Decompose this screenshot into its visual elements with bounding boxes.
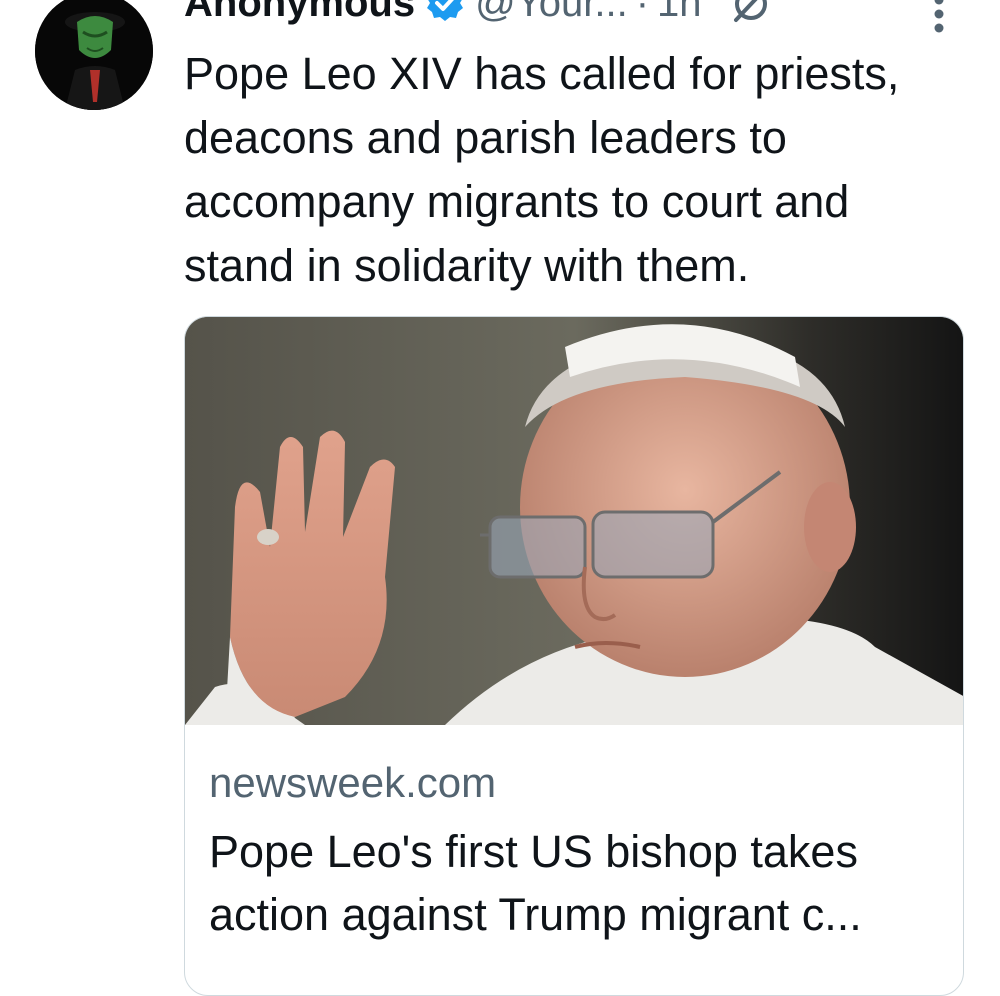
card-title-line: action against Trump migrant c...: [209, 889, 862, 940]
card-title[interactable]: Pope Leo's first US bishop takes action …: [209, 820, 949, 946]
pope-photo: [185, 317, 963, 725]
tweet-text-line: deacons and parish leaders to: [184, 112, 787, 163]
more-options-icon[interactable]: [926, 0, 952, 34]
tweet-text-line: accompany migrants to court and: [184, 176, 850, 227]
author-handle[interactable]: @Your...: [475, 0, 628, 26]
avatar-image: [35, 0, 153, 110]
tweet-header: Anonymous @Your... · 1h: [184, 0, 774, 32]
card-title-line: Pope Leo's first US bishop takes: [209, 826, 858, 877]
grok-icon[interactable]: [728, 0, 774, 26]
tweet-text: Pope Leo XIV has called for priests, dea…: [184, 42, 984, 298]
author-name[interactable]: Anonymous: [184, 0, 415, 26]
verified-badge-icon: [425, 0, 465, 23]
link-card[interactable]: newsweek.com Pope Leo's first US bishop …: [184, 316, 964, 996]
tweet-text-line: Pope Leo XIV has called for priests,: [184, 48, 900, 99]
separator-dot: ·: [635, 0, 650, 25]
timestamp[interactable]: 1h: [657, 0, 702, 26]
card-image[interactable]: [185, 317, 963, 725]
tweet-text-line: stand in solidarity with them.: [184, 240, 750, 291]
card-domain[interactable]: newsweek.com: [209, 759, 496, 807]
avatar[interactable]: [35, 0, 153, 110]
